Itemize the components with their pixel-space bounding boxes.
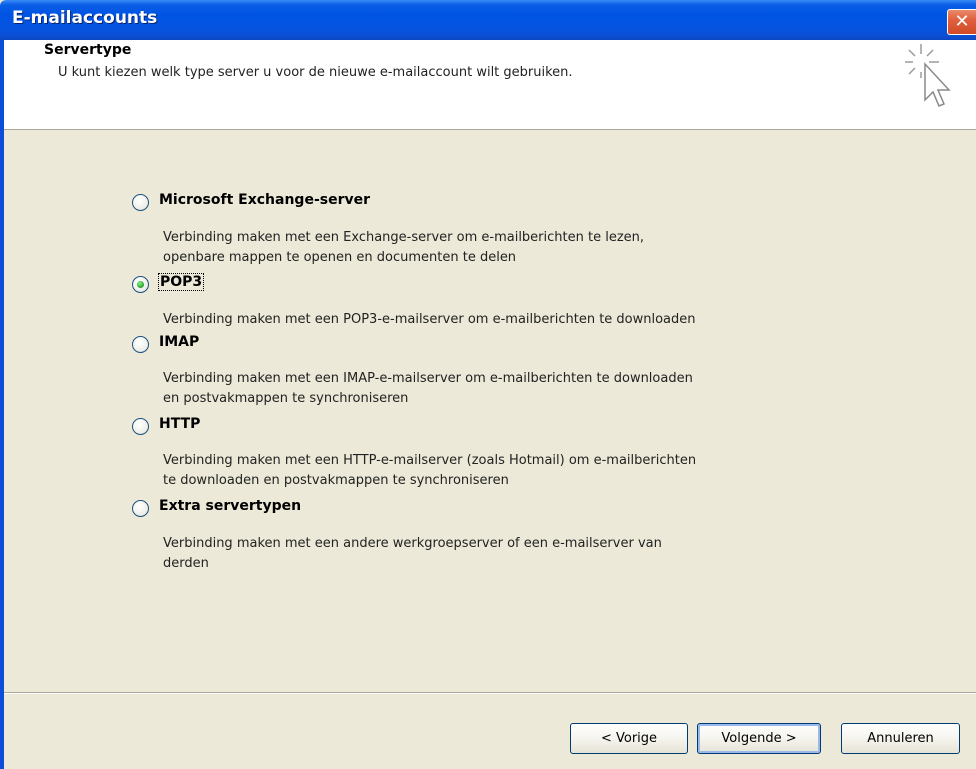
radio-pop3[interactable] [132,276,149,293]
option-extra-servertypes-description: Verbinding maken met een andere werkgroe… [163,534,843,574]
option-exchange[interactable]: Microsoft Exchange-server [132,192,452,214]
title-bar: E-mailaccounts ✕ [0,0,976,40]
close-icon: ✕ [954,11,970,32]
previous-button[interactable]: < Vorige [570,723,688,754]
option-http-desc-line1: Verbinding maken met een HTTP-e-mailserv… [163,453,697,468]
option-imap-desc-line2: en postvakmappen te synchroniseren [163,391,409,406]
option-extra-servertypes-label[interactable]: Extra servertypen [159,498,301,514]
option-exchange-label[interactable]: Microsoft Exchange-server [159,192,370,208]
option-http-label[interactable]: HTTP [159,416,200,432]
option-imap-description: Verbinding maken met een IMAP-e-mailserv… [163,369,843,409]
option-extra-desc-line2: derden [163,556,209,571]
option-imap[interactable]: IMAP [132,334,252,356]
wizard-header [4,40,976,130]
page-subtitle: U kunt kiezen welk type server u voor de… [58,65,573,80]
window-title: E-mailaccounts [12,8,158,28]
option-pop3-label[interactable]: POP3 [157,273,205,291]
cancel-button[interactable]: Annuleren [841,723,960,754]
option-http-desc-line2: te downloaden en postvakmappen te synchr… [163,473,509,488]
option-http[interactable]: HTTP [132,416,252,438]
radio-extra-servertypes[interactable] [132,500,149,517]
option-exchange-desc-line2: openbare mappen te openen en documenten … [163,250,517,265]
option-pop3-description: Verbinding maken met een POP3-e-mailserv… [163,310,843,330]
option-pop3-desc-line1: Verbinding maken met een POP3-e-mailserv… [163,312,696,327]
option-extra-servertypes[interactable]: Extra servertypen [132,498,372,520]
close-button[interactable]: ✕ [947,9,976,35]
option-http-description: Verbinding maken met een HTTP-e-mailserv… [163,451,843,491]
radio-imap[interactable] [132,336,149,353]
cursor-sparkle-icon [905,44,951,107]
window-frame [0,40,4,769]
option-pop3[interactable]: POP3 [132,273,252,296]
radio-exchange[interactable] [132,194,149,211]
option-imap-desc-line1: Verbinding maken met een IMAP-e-mailserv… [163,371,693,386]
option-imap-label[interactable]: IMAP [159,334,199,350]
option-extra-desc-line1: Verbinding maken met een andere werkgroe… [163,536,662,551]
page-title: Servertype [44,42,132,58]
footer-divider [4,692,976,694]
next-button[interactable]: Volgende > [697,723,821,754]
radio-http[interactable] [132,418,149,435]
option-exchange-description: Verbinding maken met een Exchange-server… [163,228,843,268]
option-exchange-desc-line1: Verbinding maken met een Exchange-server… [163,230,645,245]
